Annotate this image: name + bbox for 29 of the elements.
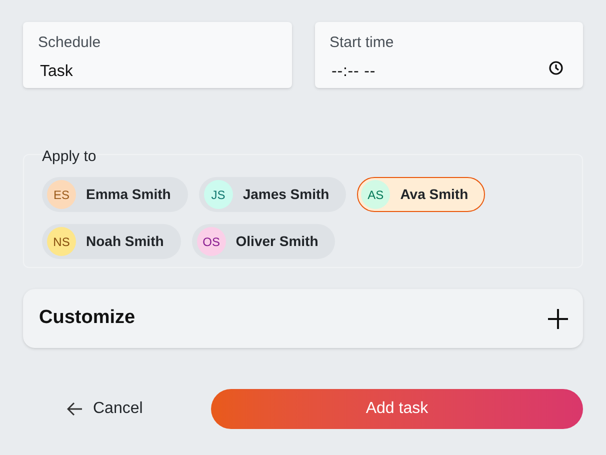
avatar: OS xyxy=(196,227,226,256)
person-chip[interactable]: AS Ava Smith xyxy=(357,177,486,212)
customize-panel[interactable]: Customize xyxy=(23,289,583,348)
person-name: Emma Smith xyxy=(86,185,171,204)
plus-icon xyxy=(547,308,569,330)
person-chip[interactable]: NS Noah Smith xyxy=(42,224,181,259)
person-name: Ava Smith xyxy=(400,185,468,204)
person-chip[interactable]: ES Emma Smith xyxy=(42,177,188,212)
field-label: Start time xyxy=(330,33,394,53)
person-name: James Smith xyxy=(242,185,330,204)
person-name: Noah Smith xyxy=(86,232,164,251)
person-name: Oliver Smith xyxy=(236,232,318,251)
text-input[interactable]: Task xyxy=(38,60,238,84)
customize-title: Customize xyxy=(39,306,136,330)
add-task-button[interactable]: Add task xyxy=(211,389,583,429)
avatar: JS xyxy=(204,180,233,209)
avatar: NS xyxy=(47,227,76,256)
avatar: ES xyxy=(47,180,76,209)
avatar: AS xyxy=(361,180,390,209)
time-field[interactable]: Start time --:-- -- xyxy=(314,22,583,88)
apply-to-label: Apply to xyxy=(42,147,96,167)
time-input[interactable]: --:-- -- xyxy=(330,60,530,84)
person-chip[interactable]: JS James Smith xyxy=(198,177,346,212)
cancel-button[interactable]: Cancel xyxy=(67,397,143,421)
person-chip[interactable]: OS Oliver Smith xyxy=(192,224,336,259)
text-field[interactable]: Schedule Task xyxy=(23,22,292,88)
left-arrow-icon xyxy=(67,402,83,416)
clock-icon[interactable] xyxy=(549,61,563,75)
field-label: Schedule xyxy=(38,33,101,53)
